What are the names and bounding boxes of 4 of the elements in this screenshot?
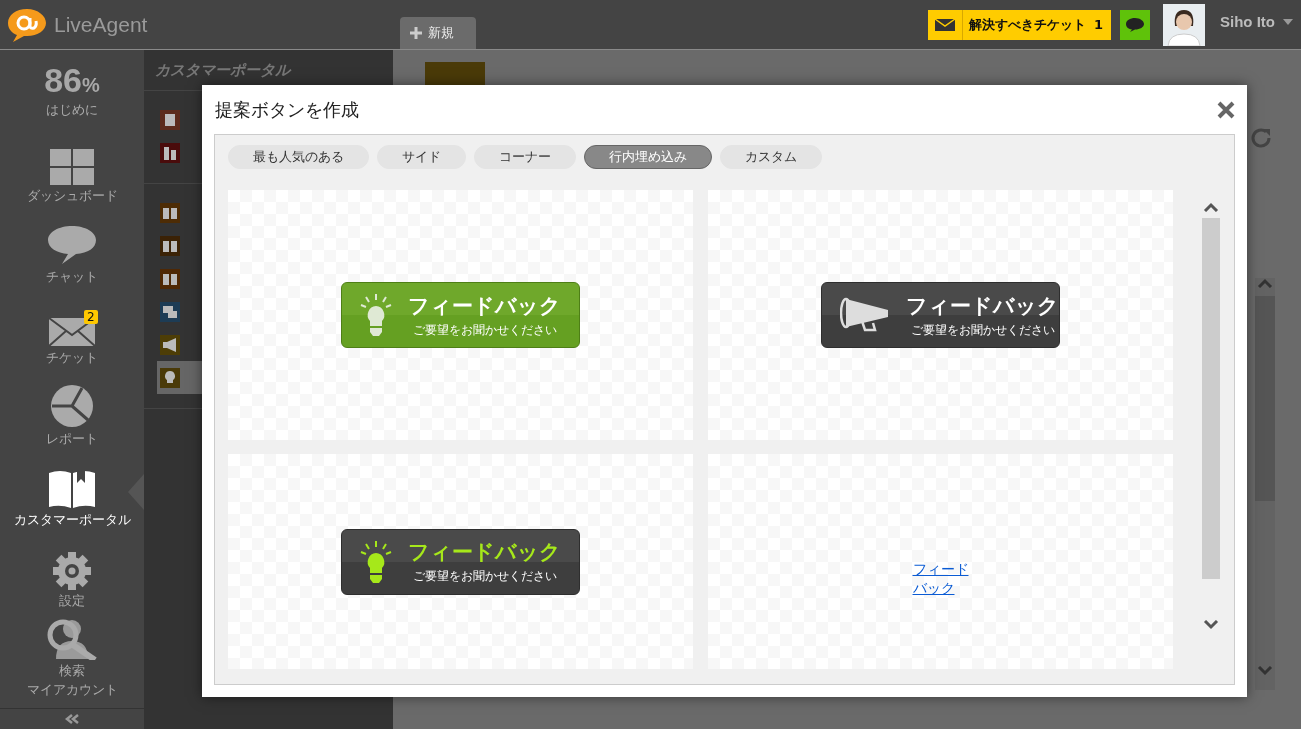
app-logo-text: LiveAgent (54, 12, 148, 37)
progress-percent: 86% (44, 63, 100, 97)
count-badge: 2 (84, 310, 98, 324)
dialog-title: 提案ボタンを作成 (215, 97, 359, 122)
